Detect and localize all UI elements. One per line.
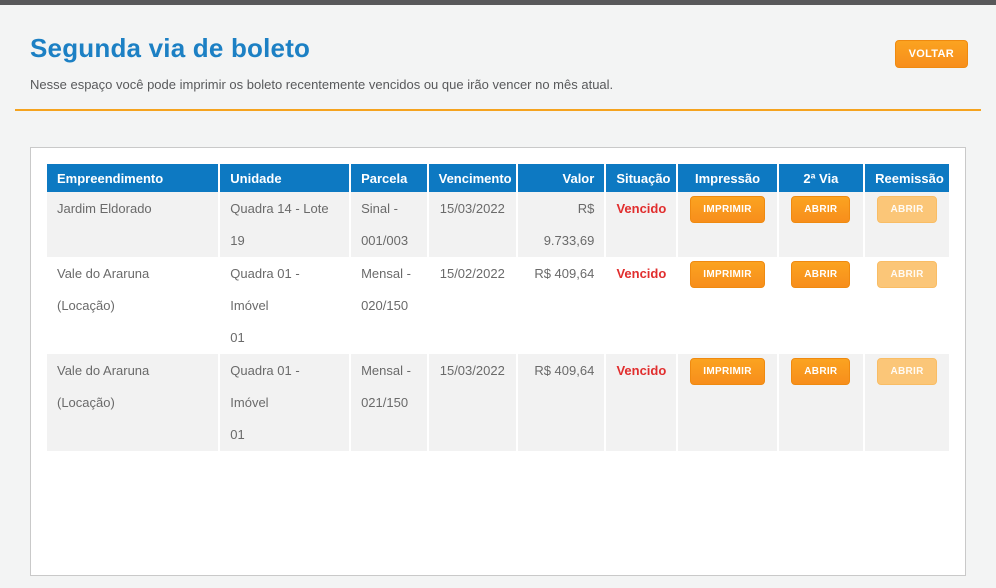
table-header-row: Empreendimento Unidade Parcela Venciment… (47, 164, 949, 192)
col-header-situacao: Situação (605, 164, 677, 192)
col-header-vencimento: Vencimento (428, 164, 517, 192)
page-header: Segunda via de boleto VOLTAR (0, 5, 996, 68)
cell-reemissao: ABRIR (864, 354, 949, 451)
cell-unidade: Quadra 01 - Imóvel 01 (219, 257, 350, 354)
cell-vencimento: 15/03/2022 (428, 354, 517, 451)
table-row: Vale do Araruna (Locação) Quadra 01 - Im… (47, 257, 949, 354)
col-header-reemissao: Reemissão (864, 164, 949, 192)
abrir-2via-button[interactable]: ABRIR (791, 196, 850, 223)
cell-impressao: IMPRIMIR (677, 354, 777, 451)
cell-valor: R$ 9.733,69 (517, 192, 605, 257)
status-badge: Vencido (605, 257, 677, 354)
cell-2via: ABRIR (778, 192, 865, 257)
abrir-2via-button[interactable]: ABRIR (791, 358, 850, 385)
col-header-2via: 2ª Via (778, 164, 865, 192)
table-row: Jardim Eldorado Quadra 14 - Lote 19 Sina… (47, 192, 949, 257)
cell-vencimento: 15/02/2022 (428, 257, 517, 354)
cell-empreendimento: Vale do Araruna (Locação) (47, 354, 219, 451)
col-header-valor: Valor (517, 164, 605, 192)
cell-parcela: Mensal - 020/150 (350, 257, 428, 354)
col-header-parcela: Parcela (350, 164, 428, 192)
col-header-empreendimento: Empreendimento (47, 164, 219, 192)
cell-reemissao: ABRIR (864, 257, 949, 354)
cell-impressao: IMPRIMIR (677, 257, 777, 354)
status-badge: Vencido (605, 192, 677, 257)
cell-reemissao: ABRIR (864, 192, 949, 257)
page-subtitle: Nesse espaço você pode imprimir os bolet… (30, 77, 966, 92)
page-title: Segunda via de boleto (30, 33, 310, 64)
col-header-unidade: Unidade (219, 164, 350, 192)
abrir-reemissao-button: ABRIR (877, 196, 936, 223)
cell-2via: ABRIR (778, 354, 865, 451)
cell-parcela: Sinal - 001/003 (350, 192, 428, 257)
orange-divider (15, 109, 981, 111)
cell-impressao: IMPRIMIR (677, 192, 777, 257)
cell-vencimento: 15/03/2022 (428, 192, 517, 257)
cell-empreendimento: Jardim Eldorado (47, 192, 219, 257)
cell-valor: R$ 409,64 (517, 257, 605, 354)
boletos-card: Empreendimento Unidade Parcela Venciment… (30, 147, 966, 576)
status-badge: Vencido (605, 354, 677, 451)
cell-parcela: Mensal - 021/150 (350, 354, 428, 451)
boletos-table: Empreendimento Unidade Parcela Venciment… (47, 164, 949, 451)
cell-2via: ABRIR (778, 257, 865, 354)
voltar-button[interactable]: VOLTAR (895, 40, 968, 68)
imprimir-button[interactable]: IMPRIMIR (690, 261, 765, 288)
imprimir-button[interactable]: IMPRIMIR (690, 196, 765, 223)
abrir-reemissao-button: ABRIR (877, 261, 936, 288)
abrir-2via-button[interactable]: ABRIR (791, 261, 850, 288)
cell-valor: R$ 409,64 (517, 354, 605, 451)
cell-empreendimento: Vale do Araruna (Locação) (47, 257, 219, 354)
imprimir-button[interactable]: IMPRIMIR (690, 358, 765, 385)
abrir-reemissao-button: ABRIR (877, 358, 936, 385)
col-header-impressao: Impressão (677, 164, 777, 192)
table-row: Vale do Araruna (Locação) Quadra 01 - Im… (47, 354, 949, 451)
cell-unidade: Quadra 01 - Imóvel 01 (219, 354, 350, 451)
cell-unidade: Quadra 14 - Lote 19 (219, 192, 350, 257)
